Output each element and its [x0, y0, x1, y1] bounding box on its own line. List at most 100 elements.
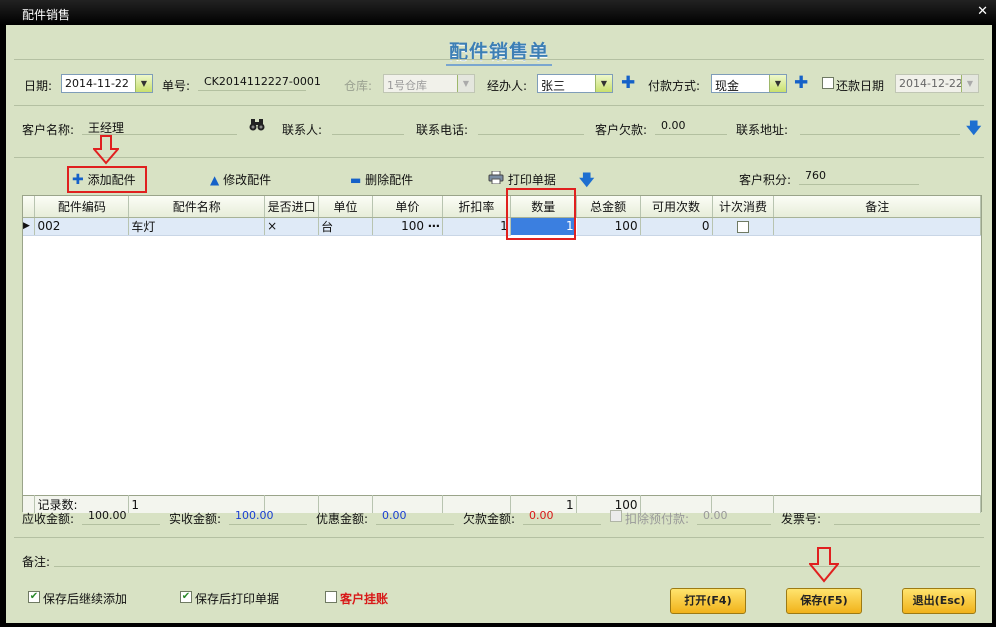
binoculars-icon[interactable] [249, 118, 265, 136]
cell-remark[interactable] [773, 217, 981, 236]
discount-field[interactable]: 0.00 [376, 506, 454, 525]
col-header[interactable]: 单价 [372, 196, 443, 218]
cell-code[interactable]: 002 [34, 217, 130, 236]
chevron-down-icon: ▼ [961, 75, 978, 92]
cell-discount[interactable]: 1 [442, 217, 511, 236]
divider [14, 157, 984, 158]
delete-part-button[interactable]: ▬ 删除配件 [350, 171, 413, 188]
points-label: 客户积分: [739, 173, 792, 187]
arrow-down-icon[interactable]: 🡇 [966, 118, 981, 143]
prepay-checkbox[interactable] [610, 510, 622, 522]
save-button[interactable]: 保存(F5) [786, 588, 862, 614]
date-value: 2014-11-22 [65, 77, 129, 90]
payment-label: 付款方式: [648, 79, 701, 93]
col-header[interactable]: 计次消费 [712, 196, 775, 218]
customer-hold-checkbox[interactable] [325, 591, 337, 603]
cell-uses[interactable]: 0 [640, 217, 713, 236]
actual-field[interactable]: 100.00 [229, 506, 307, 525]
customer-hold-label: 客户挂账 [340, 592, 389, 606]
form-title: 配件销售单 [445, 41, 552, 66]
address-field[interactable] [800, 116, 960, 135]
edit-part-button[interactable]: ▲ 修改配件 [210, 171, 271, 188]
cell-price[interactable]: 100 ⋯ [372, 217, 443, 236]
continue-label: 保存后继续添加 [43, 592, 128, 606]
warehouse-select[interactable]: 1号仓库 ▼ [383, 74, 475, 93]
payment-value: 现金 [715, 79, 740, 93]
col-header[interactable]: 总金额 [576, 196, 641, 218]
col-header[interactable]: 可用次数 [640, 196, 713, 218]
handler-value: 张三 [541, 79, 566, 93]
col-header[interactable]: 是否进口 [264, 196, 320, 218]
repay-date-label: 还款日期 [836, 79, 885, 93]
ellipsis-icon[interactable]: ⋯ [428, 219, 440, 233]
open-button[interactable]: 打开(F4) [670, 588, 746, 614]
warehouse-label: 仓库: [344, 79, 373, 93]
prepay-field: 0.00 [697, 506, 771, 525]
chevron-down-icon[interactable]: ▼ [595, 75, 612, 92]
printer-icon [488, 170, 508, 187]
prepay-label: 扣除预付款: [625, 512, 690, 526]
owed-label: 欠款金额: [463, 512, 516, 526]
minus-icon: ▬ [350, 173, 362, 187]
repay-date-picker[interactable]: 2014-12-22 ▼ [895, 74, 979, 93]
delete-part-label: 删除配件 [365, 173, 414, 187]
table-row[interactable]: ▶ 002 车灯 × 台 100 ⋯ 1 1 100 0 [23, 216, 981, 236]
cell-name[interactable]: 车灯 [128, 217, 266, 236]
col-header[interactable]: 单位 [318, 196, 373, 218]
form-body: 配件销售单 日期: 2014-11-22 ▼ 单号: CK2014112227-… [6, 25, 992, 623]
col-header[interactable]: 备注 [773, 196, 981, 218]
pointer-arrow-icon [93, 135, 119, 165]
row-pointer-icon: ▶ [23, 217, 36, 236]
count-consume-checkbox[interactable] [737, 220, 749, 233]
debt-field: 0.00 [655, 116, 727, 135]
debt-label: 客户欠款: [595, 123, 648, 137]
owed-field: 0.00 [523, 506, 601, 525]
print-after-save-label: 保存后打印单据 [195, 592, 280, 606]
col-header[interactable]: 配件名称 [128, 196, 266, 218]
add-payment-icon[interactable]: ✚ [794, 75, 808, 92]
date-picker[interactable]: 2014-11-22 ▼ [61, 74, 153, 93]
window: 配件销售 ✕ 配件销售单 日期: 2014-11-22 ▼ 单号: CK2014… [0, 0, 996, 627]
print-after-save-checkbox[interactable]: ✔ [180, 591, 192, 603]
cell-unit[interactable]: 台 [318, 217, 373, 236]
notes-field[interactable] [54, 548, 980, 567]
print-label: 打印单据 [507, 173, 556, 187]
arrow-down-icon[interactable]: 🡇 [579, 170, 594, 195]
cell-imported[interactable]: × [264, 217, 320, 236]
points-field: 760 [799, 166, 919, 185]
repay-date-checkbox[interactable] [822, 77, 834, 89]
parts-grid[interactable]: 配件编码 配件名称 是否进口 单位 单价 折扣率 数量 总金额 可用次数 计次消… [22, 195, 982, 513]
phone-field[interactable] [478, 116, 584, 135]
discount-label: 优惠金额: [316, 512, 369, 526]
handler-select[interactable]: 张三 ▼ [537, 74, 613, 93]
exit-button[interactable]: 退出(Esc) [902, 588, 976, 614]
warehouse-value: 1号仓库 [387, 79, 427, 92]
window-title: 配件销售 [22, 8, 71, 22]
continue-checkbox[interactable]: ✔ [28, 591, 40, 603]
handler-label: 经办人: [487, 79, 528, 93]
col-header[interactable]: 折扣率 [442, 196, 511, 218]
col-header[interactable]: 配件编码 [34, 196, 130, 218]
cell-total[interactable]: 100 [576, 217, 641, 236]
grid-table: 配件编码 配件名称 是否进口 单位 单价 折扣率 数量 总金额 可用次数 计次消… [23, 196, 981, 236]
invoice-field[interactable] [834, 506, 980, 525]
close-icon[interactable]: ✕ [977, 4, 988, 19]
chevron-down-icon[interactable]: ▼ [769, 75, 786, 92]
chevron-down-icon[interactable]: ▼ [135, 75, 152, 92]
payment-select[interactable]: 现金 ▼ [711, 74, 787, 93]
invoice-label: 发票号: [781, 512, 822, 526]
title-bar: 配件销售 ✕ [0, 0, 996, 25]
highlight-box [67, 166, 147, 193]
print-button[interactable]: 打印单据 [488, 170, 556, 188]
row-indicator-header [23, 196, 36, 218]
divider [14, 105, 984, 106]
divider [14, 59, 984, 60]
cell-count-consume[interactable] [712, 217, 775, 236]
chevron-down-icon: ▼ [457, 75, 474, 92]
repay-date-value: 2014-12-22 [899, 77, 963, 90]
customer-label: 客户名称: [22, 123, 75, 137]
add-handler-icon[interactable]: ✚ [621, 75, 635, 92]
contact-field[interactable] [332, 116, 404, 135]
divider [14, 537, 984, 538]
customer-field[interactable]: 王经理 [82, 116, 237, 135]
